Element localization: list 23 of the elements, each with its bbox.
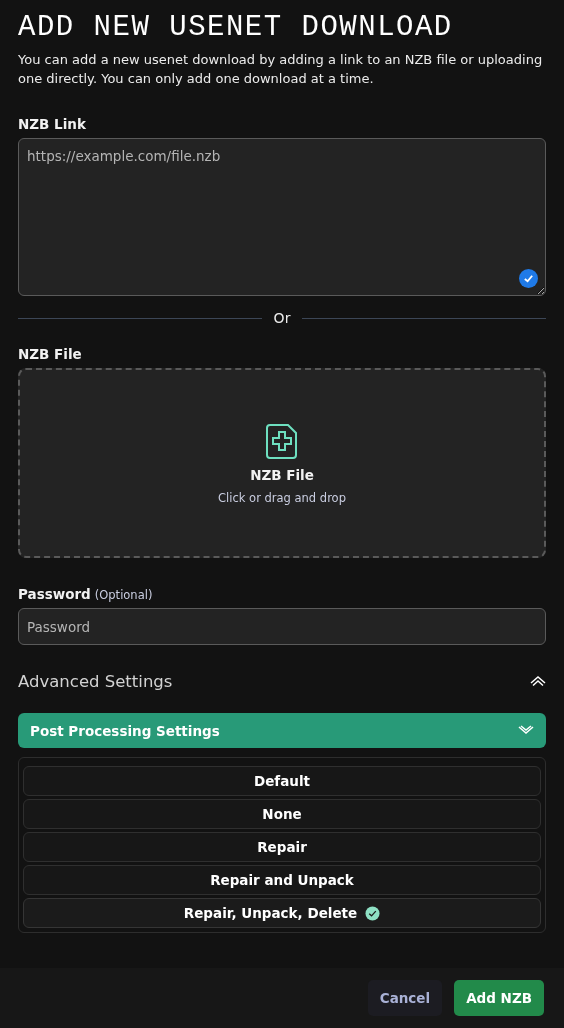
- description-text: You can add a new usenet download by adding a link to an NZB file or uploading one directly. You can only add one download at a time.: [18, 51, 544, 88]
- nzb-file-label: NZB File: [18, 346, 82, 362]
- option-item[interactable]: Repair: [23, 832, 541, 862]
- drop-zone-title: NZB File: [250, 467, 314, 483]
- file-drop-zone[interactable]: NZB File Click or drag and drop: [18, 368, 546, 558]
- chevrons-up-icon: [530, 675, 546, 687]
- drop-zone-hint: Click or drag and drop: [218, 491, 346, 505]
- cancel-button[interactable]: Cancel: [367, 980, 443, 1016]
- option-item[interactable]: Repair, Unpack, Delete: [23, 898, 541, 928]
- chevrons-down-icon: [518, 724, 534, 737]
- check-circle-icon: [365, 905, 381, 921]
- submit-button[interactable]: Add NZB: [454, 980, 544, 1016]
- password-label: Password (Optional): [18, 586, 153, 602]
- nzb-link-field[interactable]: https://example.com/file.nzb: [18, 138, 546, 296]
- password-field[interactable]: Password: [18, 608, 546, 645]
- dialog-title: ADD NEW USENET DOWNLOAD: [18, 12, 453, 44]
- advanced-settings-toggle[interactable]: Advanced Settings: [18, 665, 546, 697]
- option-item[interactable]: Repair and Unpack: [23, 865, 541, 895]
- nzb-link-label: NZB Link: [18, 116, 86, 132]
- or-divider-text: Or: [273, 310, 291, 326]
- option-item[interactable]: Default: [23, 766, 541, 796]
- post-processing-toggle[interactable]: Post Processing Settings: [18, 713, 546, 748]
- option-item[interactable]: None: [23, 799, 541, 829]
